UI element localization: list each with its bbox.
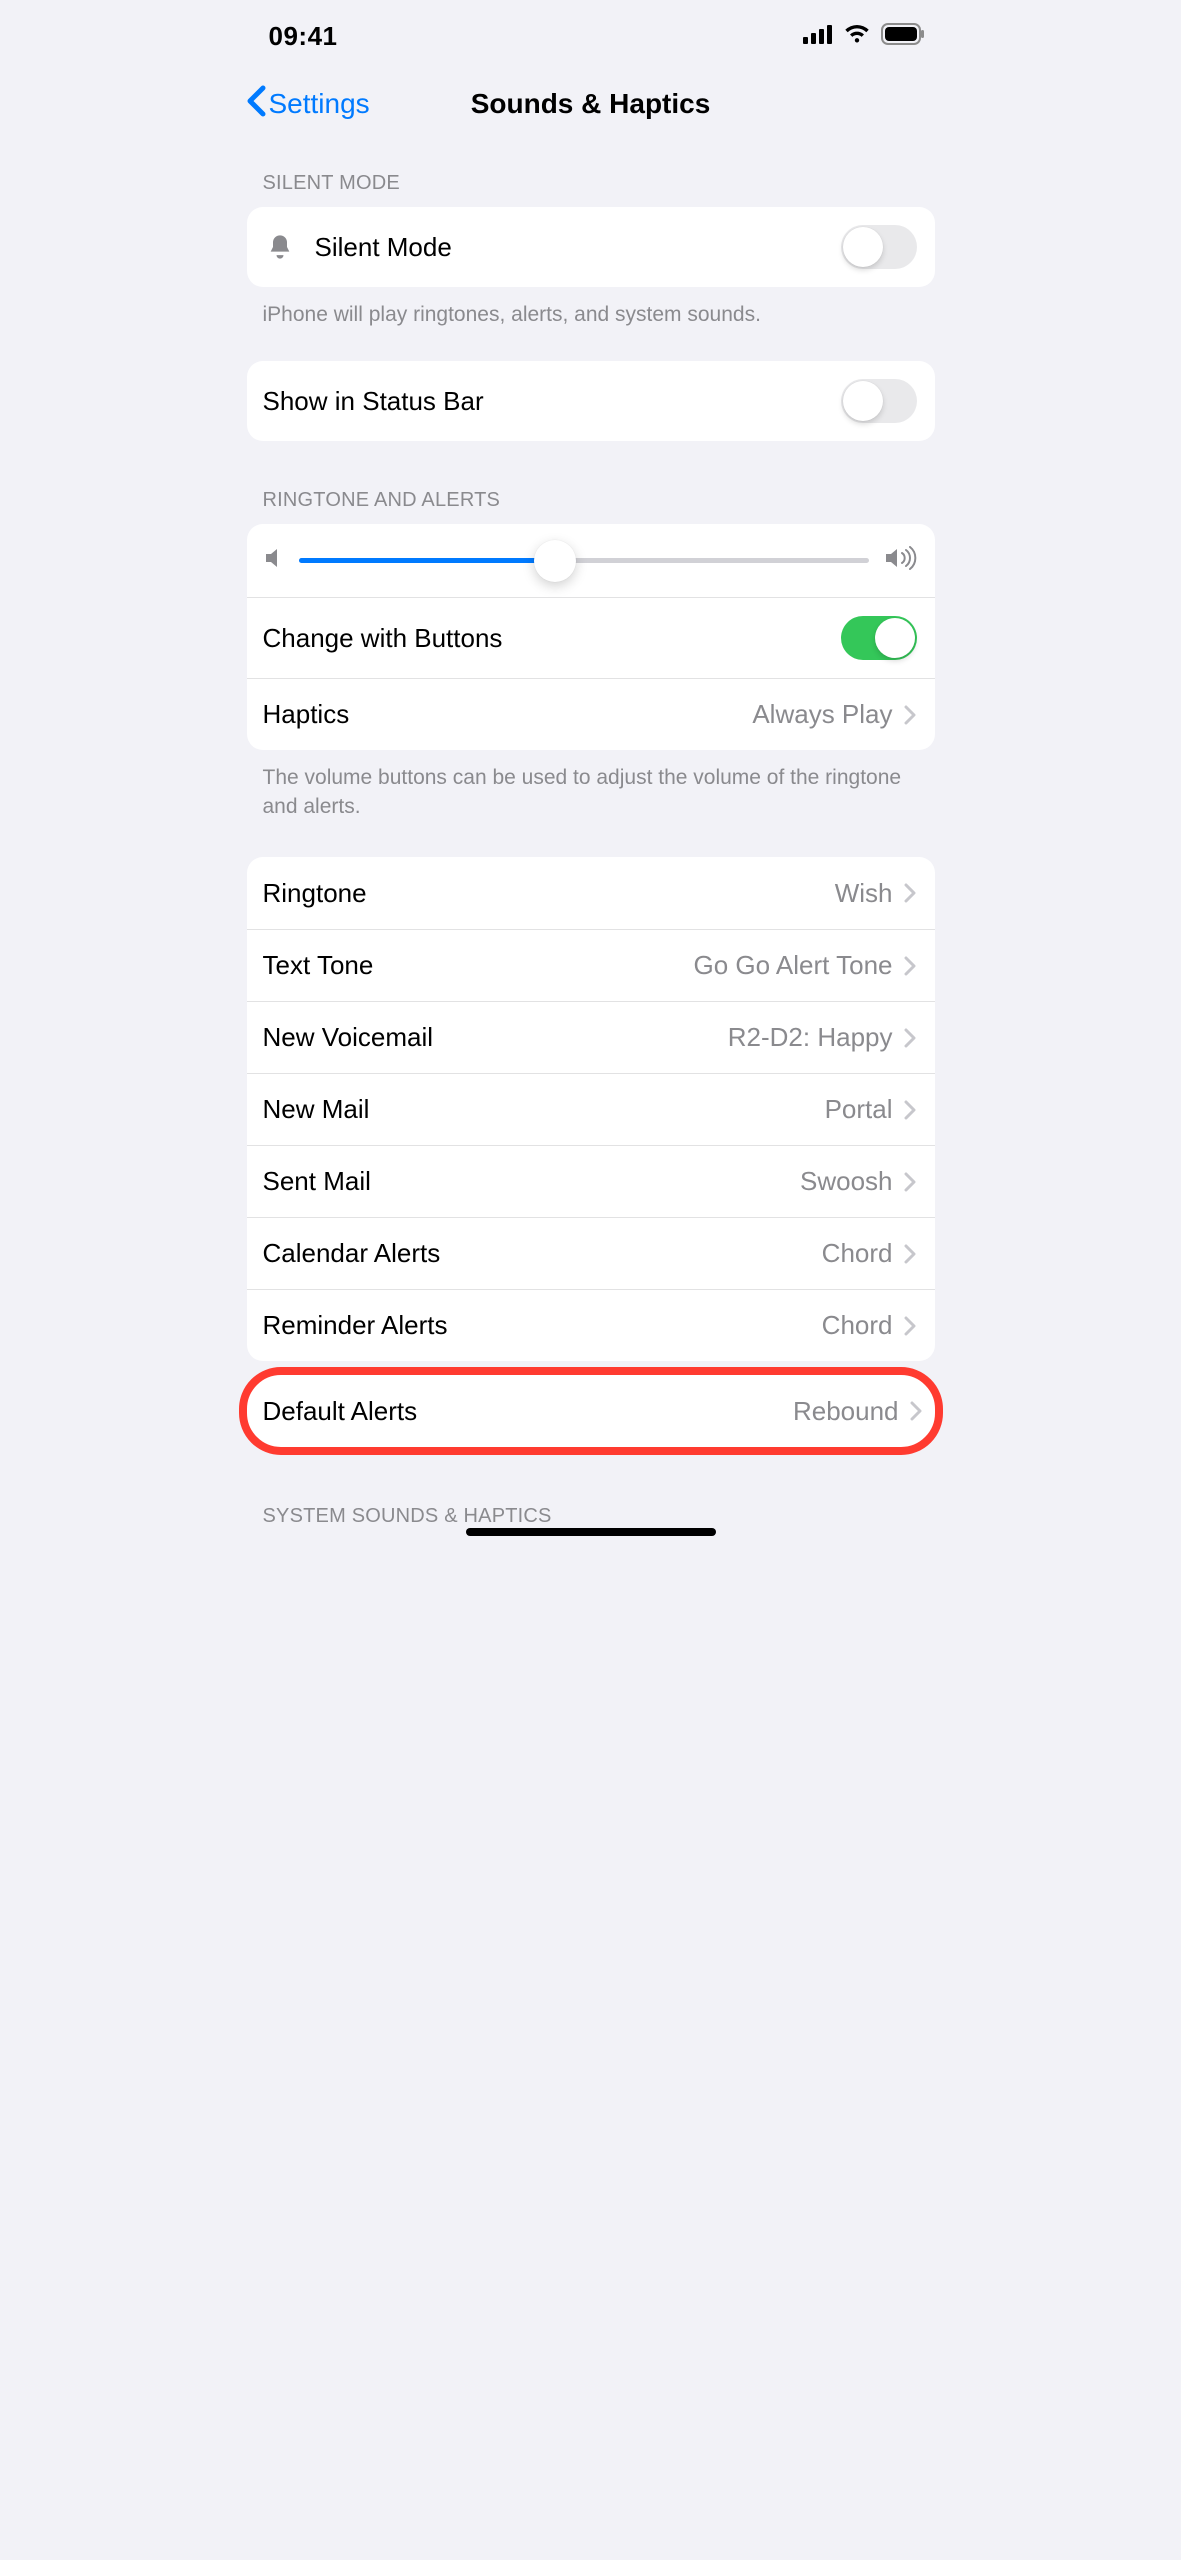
sound-row-calendar-alerts[interactable]: Calendar AlertsChord [247,1217,935,1289]
battery-icon [881,23,925,50]
silent-mode-footer: iPhone will play ringtones, alerts, and … [229,291,953,335]
sounds-group: RingtoneWishText ToneGo Go Alert ToneNew… [247,857,935,1361]
status-icons [803,23,925,50]
change-with-buttons-toggle[interactable] [841,616,917,660]
navigation-bar: Settings Sounds & Haptics [229,64,953,142]
back-button[interactable]: Settings [245,85,370,124]
sound-value: Chord [822,1238,893,1269]
volume-slider[interactable] [299,558,869,563]
home-indicator-area [229,1516,953,1544]
sound-label: Text Tone [263,950,694,981]
silent-mode-toggle[interactable] [841,225,917,269]
silent-mode-label: Silent Mode [315,232,841,263]
status-bar-group: Show in Status Bar [247,361,935,441]
sound-value: Wish [835,878,893,909]
sound-value: Swoosh [800,1166,893,1197]
section-header-silent: Silent Mode [229,142,953,203]
sound-label: Reminder Alerts [263,1310,822,1341]
default-alerts-highlight: Default Alerts Rebound [239,1367,943,1455]
sound-row-reminder-alerts[interactable]: Reminder AlertsChord [247,1289,935,1361]
volume-high-icon [885,546,917,575]
chevron-right-icon [903,1172,917,1192]
status-bar: 09:41 [229,0,953,64]
ringtone-group: Change with Buttons Haptics Always Play [247,524,935,750]
back-label: Settings [269,88,370,120]
sound-label: Ringtone [263,878,835,909]
sound-row-new-voicemail[interactable]: New VoicemailR2-D2: Happy [247,1001,935,1073]
volume-low-icon [265,547,283,574]
show-status-bar-label: Show in Status Bar [263,386,841,417]
show-status-bar-toggle[interactable] [841,379,917,423]
sound-label: New Voicemail [263,1022,728,1053]
default-alerts-label: Default Alerts [263,1396,793,1427]
chevron-right-icon [903,1244,917,1264]
sound-row-sent-mail[interactable]: Sent MailSwoosh [247,1145,935,1217]
sound-label: Sent Mail [263,1166,801,1197]
chevron-right-icon [903,1028,917,1048]
ringtone-footer: The volume buttons can be used to adjust… [229,754,953,827]
haptics-row[interactable]: Haptics Always Play [247,678,935,750]
chevron-right-icon [903,883,917,903]
volume-slider-row[interactable] [247,524,935,597]
sound-label: New Mail [263,1094,825,1125]
wifi-icon [843,24,871,49]
chevron-right-icon [903,1100,917,1120]
haptics-value: Always Play [752,699,892,730]
default-alerts-value: Rebound [793,1396,899,1427]
chevron-right-icon [909,1401,923,1421]
haptics-label: Haptics [263,699,753,730]
silent-mode-group: Silent Mode [247,207,935,287]
sound-label: Calendar Alerts [263,1238,822,1269]
bell-icon [263,233,297,261]
change-with-buttons-label: Change with Buttons [263,623,841,654]
chevron-right-icon [903,705,917,725]
sound-value: Portal [825,1094,893,1125]
sound-value: Chord [822,1310,893,1341]
cellular-icon [803,24,833,49]
silent-mode-row[interactable]: Silent Mode [247,207,935,287]
chevron-right-icon [903,956,917,976]
default-alerts-row[interactable]: Default Alerts Rebound [247,1375,935,1447]
section-header-ringtone: Ringtone and Alerts [229,445,953,520]
sound-row-text-tone[interactable]: Text ToneGo Go Alert Tone [247,929,935,1001]
show-status-bar-row[interactable]: Show in Status Bar [247,361,935,441]
sound-value: Go Go Alert Tone [694,950,893,981]
sound-value: R2-D2: Happy [728,1022,893,1053]
change-with-buttons-row[interactable]: Change with Buttons [247,597,935,678]
chevron-left-icon [245,85,267,124]
sound-row-new-mail[interactable]: New MailPortal [247,1073,935,1145]
sound-row-ringtone[interactable]: RingtoneWish [247,857,935,929]
chevron-right-icon [903,1316,917,1336]
home-indicator [466,1528,716,1536]
status-time: 09:41 [269,21,338,52]
